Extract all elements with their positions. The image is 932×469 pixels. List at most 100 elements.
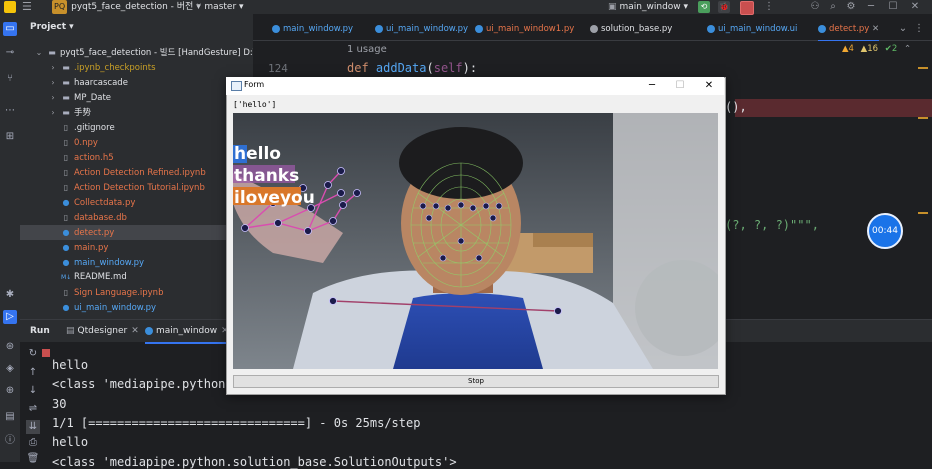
- run-button[interactable]: ⟲: [698, 1, 710, 13]
- commit-tool-icon[interactable]: ⊸: [3, 46, 17, 60]
- main-menu-icon[interactable]: ☰: [22, 0, 36, 14]
- tree-item[interactable]: › ▬ .ipynb_checkpoints: [20, 60, 253, 75]
- minimize-ide-icon[interactable]: ─: [864, 0, 878, 14]
- inspection-widget[interactable]: ▲4 ▲16 ✔2 ⌃: [842, 44, 911, 54]
- overlay-word-thanks: thanks: [234, 166, 299, 186]
- tab-close-icon[interactable]: ✕: [131, 326, 139, 336]
- python-file-icon: ●: [62, 198, 70, 207]
- project-tool-icon[interactable]: ▭: [3, 22, 17, 36]
- tree-item[interactable]: ▯ Action Detection Refined.ipynb: [20, 165, 253, 180]
- weak-warning-count: ▲16: [860, 44, 879, 54]
- tab-qtdesigner-label: Qtdesigner: [77, 326, 128, 336]
- usages-hint[interactable]: 1 usage: [347, 44, 387, 55]
- editor-tab[interactable]: solution_base.py: [590, 18, 672, 40]
- tree-item[interactable]: › ▬ haarcascade: [20, 75, 253, 90]
- tree-item[interactable]: M↓ README.md: [20, 270, 253, 285]
- stop-run-button[interactable]: [740, 1, 754, 15]
- file-icon: ▯: [63, 183, 69, 192]
- clear-console-icon[interactable]: 🗑: [26, 452, 40, 466]
- tree-item[interactable]: ▯ 0.npy: [20, 135, 253, 150]
- tree-item[interactable]: ● main_window.py: [20, 255, 253, 270]
- branch-selector[interactable]: ⑂ master ▾: [196, 0, 244, 14]
- editor-more-icon[interactable]: ⋮: [912, 22, 926, 36]
- console-line: <class 'mediapipe.python.solution_base.S…: [52, 455, 457, 469]
- form-maximize-button[interactable]: ☐: [672, 78, 688, 94]
- run-panel-title[interactable]: Run: [30, 320, 50, 342]
- chevron-right-icon[interactable]: ›: [48, 75, 58, 90]
- project-panel-title[interactable]: Project ▾: [30, 22, 74, 32]
- search-icon[interactable]: ⌕: [826, 0, 840, 14]
- tree-item[interactable]: ▯ Action Detection Tutorial.ipynb: [20, 180, 253, 195]
- chevron-down-icon[interactable]: ⌄: [34, 45, 44, 60]
- stop-button[interactable]: Stop: [233, 375, 719, 388]
- rerun-icon[interactable]: ↻: [26, 347, 40, 361]
- close-ide-icon[interactable]: ✕: [908, 0, 922, 14]
- branch-icon: ⑂: [196, 2, 202, 12]
- soft-wrap-icon[interactable]: ⇌: [26, 402, 40, 416]
- console-line: <class 'mediapipe.python.: [52, 377, 233, 391]
- editor-tab[interactable]: ui_main_window.ui: [707, 18, 797, 40]
- tab-qtdesigner[interactable]: ▤ Qtdesigner ✕: [66, 320, 139, 342]
- tree-item[interactable]: ● ui_main_window.py: [20, 300, 253, 315]
- tree-item[interactable]: ▯ Sign Language.ipynb: [20, 285, 253, 300]
- folder-icon: ▬: [48, 48, 56, 57]
- code-with-me-icon[interactable]: ⚇: [808, 0, 822, 14]
- qt-icon: ▤: [66, 326, 75, 336]
- pull-requests-icon[interactable]: ⑂: [3, 72, 17, 86]
- stop-process-icon[interactable]: [42, 349, 50, 357]
- tree-item[interactable]: ⌄ ▬ pyqt5_face_detection - 빌드 [HandGesture…: [20, 45, 267, 60]
- editor-tab[interactable]: main_window.py: [272, 18, 353, 40]
- tree-item-label: database.db: [74, 213, 127, 223]
- python-packages-icon[interactable]: ⊛: [3, 340, 17, 354]
- tab-main-window[interactable]: main_window ✕: [145, 320, 229, 344]
- tree-item[interactable]: › ▬ MP_Date: [20, 90, 253, 105]
- prediction-label: ['hello']: [233, 100, 277, 109]
- folder-icon: ▬: [62, 93, 70, 102]
- more-tools-icon[interactable]: ⋯: [3, 104, 17, 118]
- scroll-up-icon[interactable]: ↑: [26, 366, 40, 380]
- tree-item[interactable]: ▯ .gitignore: [20, 120, 253, 135]
- chevron-right-icon[interactable]: ›: [48, 90, 58, 105]
- def-keyword: def: [347, 61, 376, 75]
- form-close-button[interactable]: ✕: [701, 78, 717, 94]
- tab-close-icon[interactable]: ✕: [869, 24, 879, 34]
- maximize-ide-icon[interactable]: ☐: [886, 0, 900, 14]
- structure-tool-icon[interactable]: ⊞: [3, 130, 17, 144]
- recording-timer-badge[interactable]: 00:44: [867, 213, 903, 249]
- python-file-icon: [818, 24, 826, 33]
- settings-gear-icon[interactable]: ⚙: [844, 0, 858, 14]
- tree-item[interactable]: ● Collectdata.py: [20, 195, 253, 210]
- editor-tab[interactable]: ui_main_window.py: [375, 18, 468, 40]
- chevron-right-icon[interactable]: ›: [48, 105, 58, 120]
- inspection-expand-icon[interactable]: ⌃: [904, 44, 911, 54]
- paren-close: ):: [462, 61, 478, 75]
- project-name: pyqt5_face_detection - 버전 ▾: [71, 2, 201, 12]
- tree-item[interactable]: ▯ database.db: [20, 210, 253, 225]
- scroll-down-icon[interactable]: ↓: [26, 384, 40, 398]
- tree-item[interactable]: ▯ action.h5: [20, 150, 253, 165]
- form-minimize-button[interactable]: ─: [644, 78, 660, 94]
- print-icon[interactable]: ⎙: [26, 436, 40, 450]
- debug-button[interactable]: 🐞: [718, 1, 730, 13]
- tabs-dropdown-icon[interactable]: ⌄: [896, 22, 910, 36]
- tree-item-label: pyqt5_face_detection - 빌드 [HandGesture] …: [60, 48, 267, 58]
- python-file-icon: [475, 24, 483, 33]
- run-config-selector[interactable]: ▣ main_window ▾: [608, 0, 688, 14]
- editor-tab[interactable]: detect.py ✕: [818, 18, 880, 42]
- tree-item[interactable]: › ▬ 手势: [20, 105, 253, 120]
- problems-icon[interactable]: ⓘ: [3, 434, 17, 448]
- python-file-icon: [145, 326, 153, 335]
- more-actions-icon[interactable]: ⋮: [762, 0, 776, 14]
- terminal-icon[interactable]: ▤: [3, 410, 17, 424]
- tree-item[interactable]: ● detect.py: [20, 225, 253, 240]
- python-console-icon[interactable]: ◈: [3, 362, 17, 376]
- chevron-right-icon[interactable]: ›: [48, 60, 58, 75]
- services-icon[interactable]: ⊕: [3, 384, 17, 398]
- project-selector[interactable]: PQ pyqt5_face_detection - 버전 ▾: [52, 0, 201, 14]
- python-file-icon: [707, 24, 715, 33]
- tree-item[interactable]: ● main.py: [20, 240, 253, 255]
- editor-tab[interactable]: ui_main_window1.py: [475, 18, 574, 40]
- debug-tool-icon[interactable]: ✱: [3, 288, 17, 302]
- run-tool-icon[interactable]: ▷: [3, 310, 17, 324]
- scroll-to-end-icon[interactable]: ⇊: [26, 420, 40, 434]
